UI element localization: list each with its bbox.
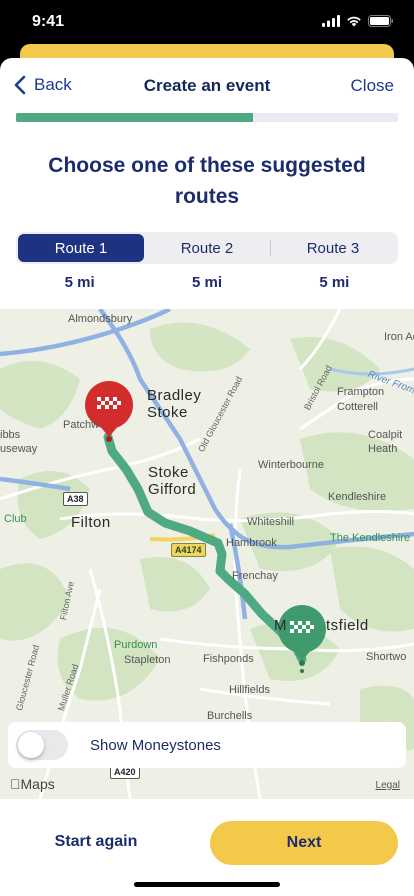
road-badge: A38 xyxy=(63,492,88,506)
map-label: tsfield xyxy=(326,617,369,634)
route-2-distance: 5 mi xyxy=(191,274,222,291)
map-label: Fishponds xyxy=(203,653,254,665)
map-label: The Kendleshire xyxy=(330,532,411,544)
close-button[interactable]: Close xyxy=(351,76,394,96)
map-label: Coalpit xyxy=(368,429,403,441)
home-indicator xyxy=(134,882,280,887)
map-label: Hillfields xyxy=(229,684,270,696)
map-label: Whiteshill xyxy=(247,516,295,528)
footer: Start again Next xyxy=(0,799,414,896)
map-label: Heath xyxy=(368,443,398,455)
map-label: useway xyxy=(0,443,38,455)
map-label: Hambrook xyxy=(226,537,277,549)
map-label: ibbs xyxy=(0,429,21,441)
map-label: Patchw xyxy=(63,419,100,431)
map-label: Filton xyxy=(71,514,111,531)
map-label: Gifford xyxy=(148,481,197,498)
navigation-bar: Back Create an event Close xyxy=(0,58,414,114)
map-label: Almondsbury xyxy=(68,313,133,325)
progress-bar xyxy=(16,113,398,122)
map-label: Frenchay xyxy=(232,570,278,582)
route-3-tab[interactable]: Route 3 xyxy=(270,234,396,262)
map-label: Stoke xyxy=(148,464,189,481)
route-distances: 5 mi 5 mi 5 mi xyxy=(16,274,398,291)
maps-attribution-label: Maps xyxy=(10,776,55,792)
map-label: Club xyxy=(4,513,27,525)
start-again-button[interactable]: Start again xyxy=(30,820,162,864)
show-moneystones-label: Show Moneystones xyxy=(90,736,221,754)
map-label: Shortwo xyxy=(366,651,407,663)
cellular-signal-icon xyxy=(322,15,340,27)
create-event-sheet: Back Create an event Close Choose one of… xyxy=(0,58,414,896)
map-label: Stoke xyxy=(147,404,188,421)
status-time: 9:41 xyxy=(32,13,65,30)
map-label: Bradley xyxy=(147,387,202,404)
route-3-distance: 5 mi xyxy=(319,274,350,291)
maps-attribution: Maps xyxy=(10,776,55,792)
map-label: Frampton xyxy=(337,386,385,398)
route-start-pin[interactable] xyxy=(85,381,133,442)
road-badge: A4174 xyxy=(171,543,206,557)
status-bar: 9:41 xyxy=(0,0,414,44)
next-button[interactable]: Next xyxy=(210,821,398,865)
battery-icon xyxy=(368,15,393,27)
wifi-icon xyxy=(347,16,361,27)
route-2-tab[interactable]: Route 2 xyxy=(144,234,270,262)
map-label: Kendleshire xyxy=(328,491,387,503)
legal-link[interactable]: Legal xyxy=(376,780,400,791)
map-label: Cotterell xyxy=(337,401,378,413)
status-icons xyxy=(322,15,394,27)
map-label: Stapleton xyxy=(124,654,171,666)
map-label: Purdown xyxy=(114,639,158,651)
section-heading: Choose one of these suggested routes xyxy=(48,154,366,208)
route-1-tab[interactable]: Route 1 xyxy=(18,234,144,262)
progress-fill xyxy=(16,113,253,122)
map-label: M xyxy=(274,617,287,634)
apple-logo-icon:  xyxy=(10,776,21,792)
show-moneystones-row: Show Moneystones xyxy=(8,722,406,768)
map-label: Iron Ac xyxy=(384,331,414,343)
show-moneystones-toggle[interactable] xyxy=(16,730,68,760)
route-map[interactable]: Almondsbury Iron Ac Bradley Stoke Patchw… xyxy=(0,309,414,799)
map-label: Burchells xyxy=(207,710,253,722)
toggle-knob xyxy=(18,732,44,758)
map-label: Winterbourne xyxy=(258,459,325,471)
route-selector: Route 1 Route 2 Route 3 xyxy=(16,232,398,264)
route-1-distance: 5 mi xyxy=(64,274,95,291)
